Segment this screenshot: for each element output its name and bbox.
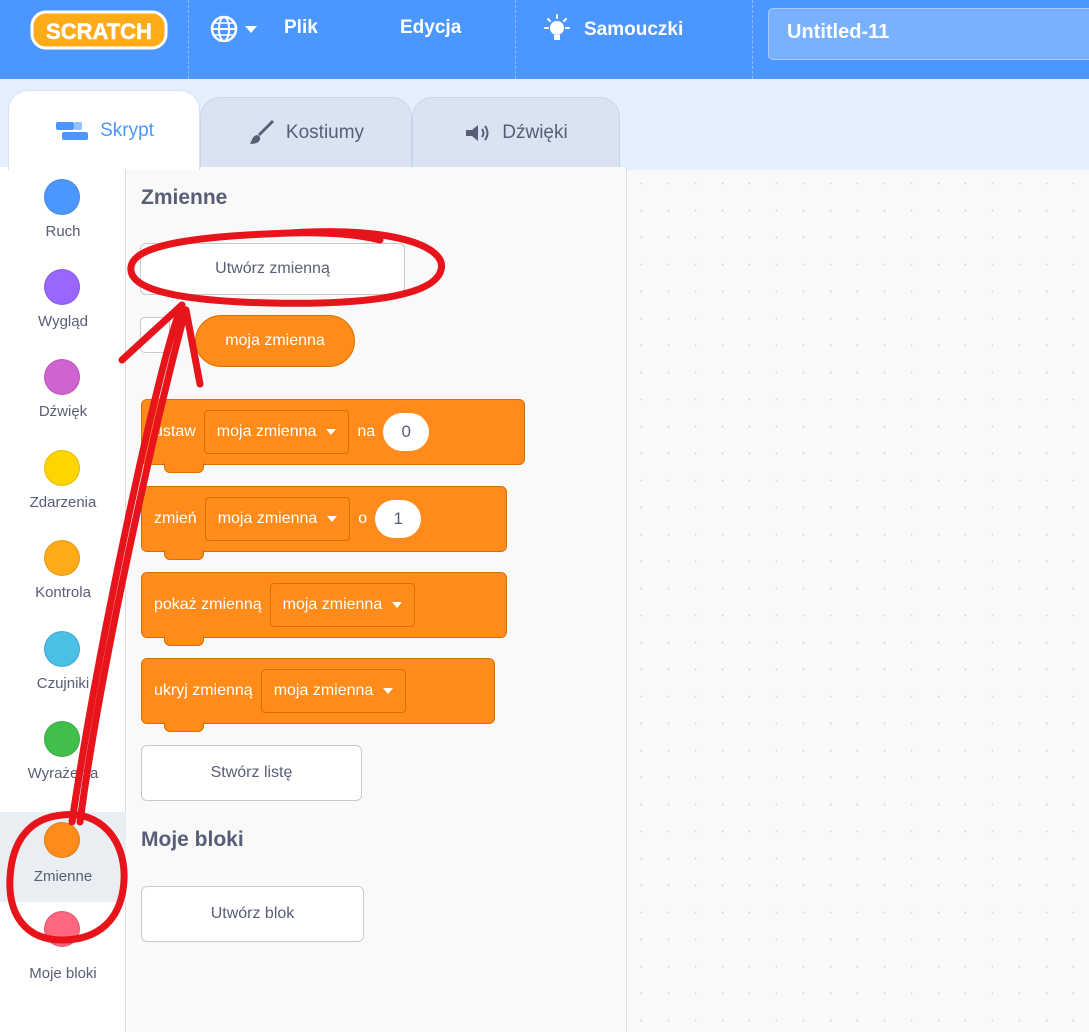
tab-code[interactable]: Skrypt bbox=[8, 90, 200, 170]
section-title-my-blocks: Moje bloki bbox=[141, 828, 244, 851]
dropdown-label: moja zmienna bbox=[217, 510, 318, 527]
dropdown-arrow-icon bbox=[392, 602, 403, 608]
category-operators[interactable]: Wyrażenia bbox=[0, 709, 126, 799]
dropdown-label: moja zmienna bbox=[282, 596, 383, 613]
show-variable-block[interactable]: pokaż zmienną moja zmienna bbox=[141, 572, 507, 646]
menu-divider bbox=[188, 0, 189, 79]
dropdown-label: moja zmienna bbox=[273, 682, 374, 699]
block-word: pokaż zmienną bbox=[154, 596, 262, 613]
block-word: ustaw bbox=[154, 423, 196, 440]
category-label: Zdarzenia bbox=[29, 494, 97, 511]
scratch-logo-icon: SCRATCH bbox=[30, 10, 168, 50]
category-looks[interactable]: Wygląd bbox=[0, 257, 126, 347]
category-label: Zmienne bbox=[33, 868, 93, 885]
block-word: ukryj zmienną bbox=[154, 682, 253, 699]
tab-label: Dźwięki bbox=[502, 121, 568, 143]
brush-icon bbox=[249, 119, 274, 144]
variable-checkbox[interactable] bbox=[140, 317, 170, 353]
set-variable-block[interactable]: ustaw moja zmienna na 0 bbox=[141, 399, 525, 473]
category-dot-icon bbox=[44, 822, 80, 858]
dropdown-label: moja zmienna bbox=[216, 423, 317, 440]
logo-text: SCRATCH bbox=[46, 19, 152, 44]
category-dot-icon bbox=[44, 450, 80, 486]
category-label: Kontrola bbox=[35, 584, 91, 601]
variable-dropdown[interactable]: moja zmienna bbox=[260, 669, 407, 713]
menu-divider bbox=[515, 0, 516, 79]
block-word: na bbox=[357, 423, 376, 440]
block-word: o bbox=[358, 510, 368, 527]
block-word: zmień bbox=[154, 510, 197, 527]
category-variables[interactable]: Zmienne bbox=[0, 812, 126, 902]
tab-sounds[interactable]: Dźwięki bbox=[412, 97, 620, 167]
category-dot-icon bbox=[44, 721, 80, 757]
category-dot-icon bbox=[44, 540, 80, 576]
variable-dropdown[interactable]: moja zmienna bbox=[203, 410, 350, 454]
tab-label: Skrypt bbox=[100, 119, 154, 141]
project-title-input[interactable]: Untitled-11 bbox=[768, 8, 1089, 60]
make-variable-button[interactable]: Utwórz zmienną bbox=[140, 243, 405, 295]
menu-divider bbox=[752, 0, 753, 79]
category-events[interactable]: Zdarzenia bbox=[0, 438, 126, 528]
file-menu[interactable]: Plik bbox=[284, 17, 318, 39]
category-motion[interactable]: Ruch bbox=[0, 167, 126, 257]
lightbulb-icon bbox=[544, 14, 570, 40]
category-control[interactable]: Kontrola bbox=[0, 528, 126, 618]
make-block-button[interactable]: Utwórz blok bbox=[141, 886, 364, 942]
code-workspace[interactable] bbox=[628, 170, 1089, 1032]
category-sensing[interactable]: Czujniki bbox=[0, 619, 126, 709]
variable-dropdown[interactable]: moja zmienna bbox=[204, 497, 351, 541]
category-dot-icon bbox=[44, 359, 80, 395]
code-icon bbox=[56, 121, 89, 140]
dropdown-arrow-icon bbox=[327, 516, 338, 522]
variable-reporter[interactable]: moja zmienna bbox=[195, 315, 355, 367]
make-list-button[interactable]: Stwórz listę bbox=[141, 745, 362, 801]
scratch-logo[interactable]: SCRATCH bbox=[30, 8, 168, 52]
edit-menu[interactable]: Edycja bbox=[400, 17, 461, 39]
language-menu[interactable] bbox=[207, 12, 265, 46]
tutorials-button[interactable]: Samouczki bbox=[540, 13, 683, 47]
category-dot-icon bbox=[44, 179, 80, 215]
category-label: Ruch bbox=[45, 223, 81, 240]
block-palette: Zmienne Utwórz zmienną moja zmienna usta… bbox=[127, 167, 627, 1032]
globe-icon bbox=[210, 15, 257, 43]
menu-bar: SCRATCH Plik Edycja Samouczki Untitled-1… bbox=[0, 0, 1089, 79]
variable-dropdown[interactable]: moja zmienna bbox=[269, 583, 416, 627]
category-label: Czujniki bbox=[36, 675, 90, 692]
category-label: Moje bloki bbox=[29, 965, 97, 982]
speaker-icon bbox=[466, 124, 489, 141]
dropdown-arrow-icon bbox=[326, 429, 337, 435]
category-menu: Ruch Wygląd Dźwięk Zdarzenia Kontrola Cz… bbox=[0, 167, 126, 1032]
value-input[interactable]: 0 bbox=[383, 413, 430, 451]
tutorials-label: Samouczki bbox=[584, 19, 684, 40]
category-sound[interactable]: Dźwięk bbox=[0, 347, 126, 437]
hide-variable-block[interactable]: ukryj zmienną moja zmienna bbox=[141, 658, 495, 732]
category-dot-icon bbox=[44, 911, 80, 947]
tab-costumes[interactable]: Kostiumy bbox=[200, 97, 412, 167]
category-my-blocks[interactable]: Moje bloki bbox=[0, 907, 126, 997]
category-label: Wygląd bbox=[38, 313, 88, 330]
category-dot-icon bbox=[44, 631, 80, 667]
tab-label: Kostiumy bbox=[285, 121, 365, 143]
dropdown-arrow-icon bbox=[383, 688, 394, 694]
value-input[interactable]: 1 bbox=[375, 500, 422, 538]
category-label: Wyrażenia bbox=[27, 765, 99, 782]
section-title-variables: Zmienne bbox=[141, 186, 228, 209]
category-label: Dźwięk bbox=[38, 403, 88, 420]
change-variable-block[interactable]: zmień moja zmienna o 1 bbox=[141, 486, 507, 560]
category-dot-icon bbox=[44, 269, 80, 305]
chevron-down-icon bbox=[245, 26, 257, 33]
